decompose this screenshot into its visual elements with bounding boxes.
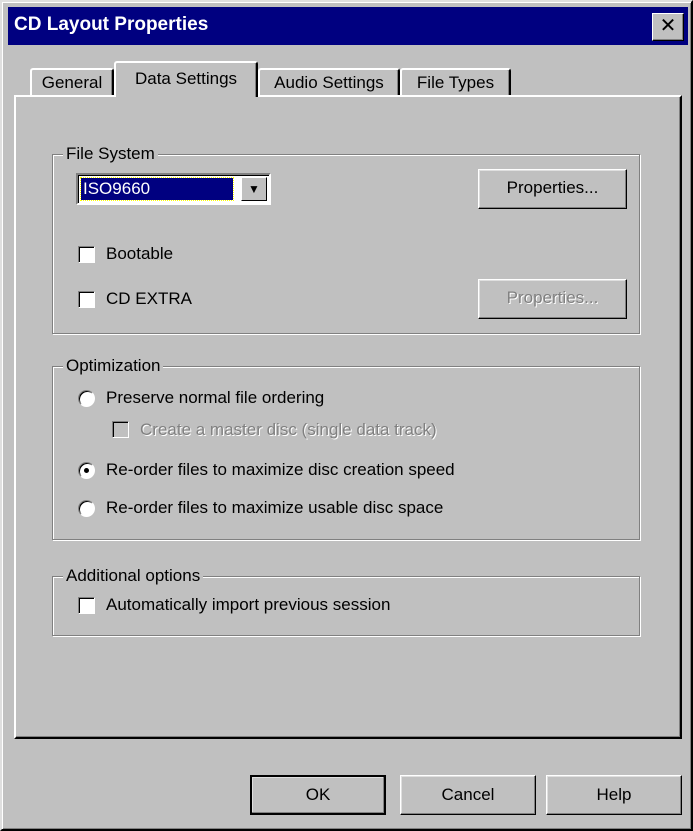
file-system-select[interactable]: ISO9660 ▼: [76, 173, 271, 205]
reorder-speed-radio[interactable]: [78, 462, 95, 479]
reorder-space-label[interactable]: Re-order files to maximize usable disc s…: [106, 498, 443, 518]
preserve-ordering-label[interactable]: Preserve normal file ordering: [106, 388, 324, 408]
import-session-checkbox[interactable]: [78, 597, 95, 614]
cd-extra-checkbox[interactable]: [78, 291, 95, 308]
file-system-properties-button[interactable]: Properties...: [478, 169, 627, 209]
window-title: CD Layout Properties: [14, 14, 209, 35]
tab-general[interactable]: General: [30, 68, 114, 96]
additional-options-legend: Additional options: [63, 566, 204, 586]
dropdown-arrow-icon[interactable]: ▼: [241, 177, 267, 201]
bootable-checkbox[interactable]: [78, 246, 95, 263]
reorder-space-radio[interactable]: [78, 500, 95, 517]
bootable-label[interactable]: Bootable: [106, 244, 173, 264]
import-session-label[interactable]: Automatically import previous session: [106, 595, 390, 615]
master-disc-label: Create a master disc (single data track): [140, 420, 437, 439]
title-bar[interactable]: CD Layout Properties ✕: [8, 7, 688, 45]
radio-selected-dot: [84, 468, 89, 473]
file-system-legend: File System: [63, 144, 158, 164]
close-icon: ✕: [659, 15, 677, 37]
cancel-button[interactable]: Cancel: [400, 775, 536, 815]
cd-extra-label[interactable]: CD EXTRA: [106, 289, 192, 309]
reorder-speed-label[interactable]: Re-order files to maximize disc creation…: [106, 460, 455, 480]
cd-extra-properties-button[interactable]: Properties...: [478, 279, 627, 319]
ok-button[interactable]: OK: [250, 775, 386, 815]
help-button[interactable]: Help: [546, 775, 682, 815]
tab-data-settings[interactable]: Data Settings: [114, 61, 258, 97]
preserve-ordering-radio[interactable]: [78, 390, 95, 407]
tab-audio-settings[interactable]: Audio Settings: [258, 68, 400, 96]
file-system-value: ISO9660: [80, 177, 234, 201]
optimization-legend: Optimization: [63, 356, 164, 376]
master-disc-checkbox[interactable]: [112, 421, 129, 438]
close-button[interactable]: ✕: [652, 13, 684, 41]
tab-file-types[interactable]: File Types: [400, 68, 511, 96]
